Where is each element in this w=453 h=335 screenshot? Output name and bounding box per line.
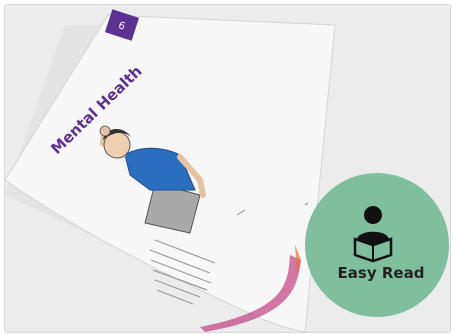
easy-read-label: Easy Read [337, 264, 425, 282]
easy-read-badge [305, 173, 449, 317]
image-frame: 6 Mental Health Easy Read [4, 4, 451, 333]
booklet-scene: 6 Mental Health [5, 9, 449, 332]
